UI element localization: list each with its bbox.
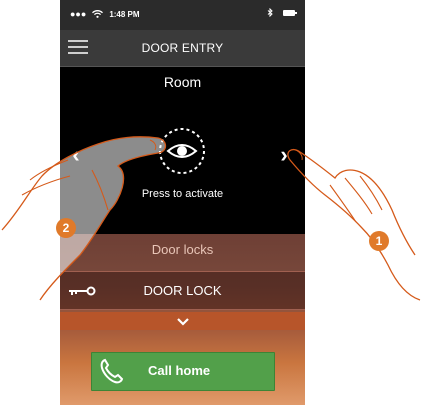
- call-home-label: Call home: [148, 363, 211, 378]
- step-2-badge: 2: [56, 218, 76, 238]
- room-title: Room: [163, 74, 202, 90]
- eye-icon: [159, 128, 205, 174]
- door-lock-button[interactable]: DOOR LOCK: [60, 271, 305, 310]
- door-locks-header: Door locks: [151, 242, 214, 257]
- hamburger-menu-icon[interactable]: [68, 40, 88, 54]
- chevron-down-icon: [176, 317, 189, 326]
- door-locks-panel: Door locks DOOR LOCK Call home: [60, 234, 305, 405]
- call-home-button[interactable]: Call home: [91, 352, 275, 391]
- phone-handset-icon: [100, 358, 124, 384]
- phone-screen: ●●● 1:48 PM DOOR ENTRY Room ‹ › Press to…: [60, 0, 305, 405]
- signal-icon: ●●●: [70, 9, 87, 19]
- step-1-badge: 1: [369, 231, 389, 251]
- battery-icon: [283, 9, 297, 16]
- wifi-icon: [92, 10, 104, 18]
- next-camera-arrow[interactable]: ›: [274, 143, 294, 167]
- bluetooth-icon: [267, 8, 273, 17]
- activate-camera-button[interactable]: [157, 126, 207, 176]
- press-to-activate-label: Press to activate: [141, 188, 224, 200]
- previous-camera-arrow[interactable]: ‹: [66, 143, 86, 167]
- nav-bar: DOOR ENTRY: [60, 30, 305, 67]
- status-bar: ●●● 1:48 PM: [60, 0, 305, 30]
- door-lock-label: DOOR LOCK: [143, 283, 222, 298]
- expand-door-locks-button[interactable]: [60, 312, 305, 330]
- status-time: 1:48 PM: [109, 9, 140, 19]
- page-title: DOOR ENTRY: [141, 41, 224, 55]
